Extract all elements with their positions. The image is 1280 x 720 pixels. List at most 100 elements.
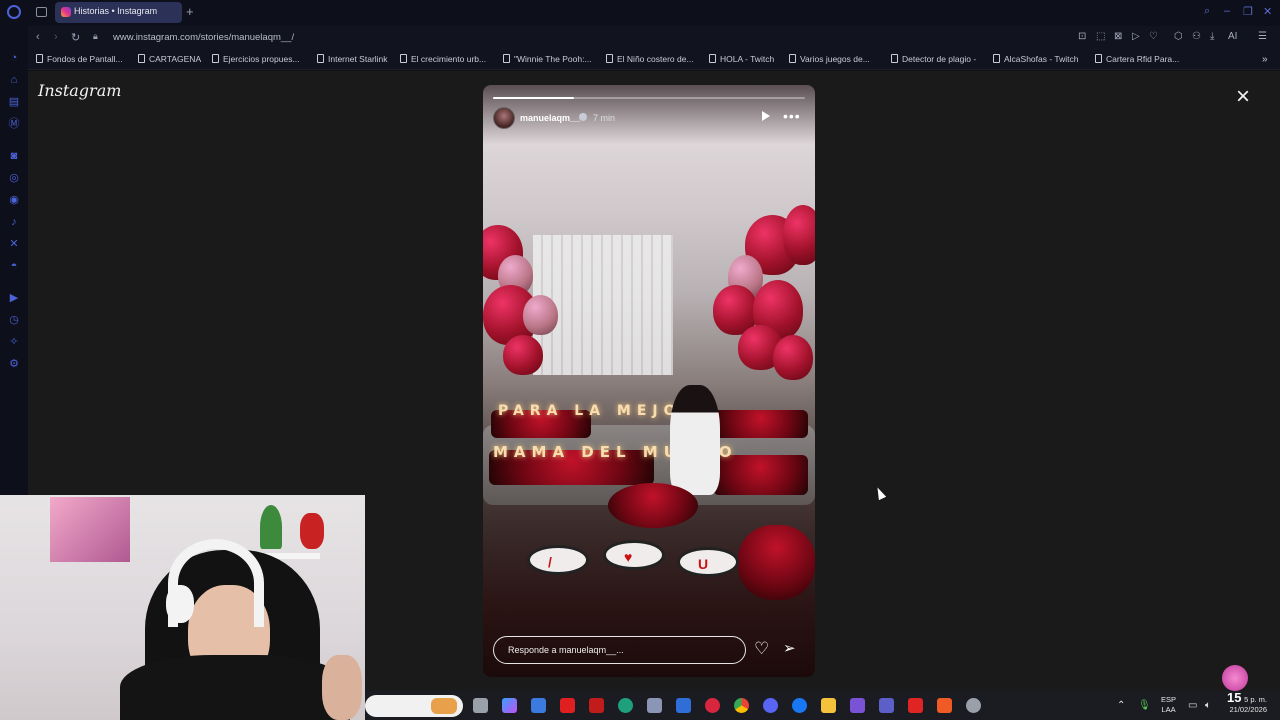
youtube-icon[interactable]: [560, 698, 575, 713]
search-icon[interactable]: ⌕: [1204, 5, 1210, 18]
teams-icon[interactable]: [879, 698, 894, 713]
twitch-icon[interactable]: ◙: [8, 150, 20, 162]
app-icon[interactable]: [966, 698, 981, 713]
tab-overview-icon[interactable]: [36, 7, 47, 17]
profile-icon[interactable]: ⚇: [1192, 31, 1201, 42]
more-options-icon[interactable]: •••: [783, 108, 801, 124]
chrome-icon[interactable]: [734, 698, 749, 713]
instagram-icon[interactable]: ◉: [8, 194, 20, 206]
app-icon[interactable]: [647, 698, 662, 713]
player-sidebar-icon[interactable]: ▶: [8, 292, 20, 304]
discord-taskbar-icon[interactable]: [763, 698, 778, 713]
file-explorer-icon[interactable]: [821, 698, 836, 713]
headphone-cup: [166, 585, 194, 623]
document-icon: [212, 54, 219, 63]
menu-icon[interactable]: ☰: [1258, 31, 1267, 42]
bookmark-item[interactable]: Ejercicios propues...: [212, 54, 300, 64]
bookmark-item[interactable]: HOLA - Twitch: [709, 54, 774, 64]
bookmarks-bar: Fondos de Pantall... CARTAGENA Ejercicio…: [28, 50, 1280, 70]
balloon: [773, 335, 813, 380]
mail-icon[interactable]: [676, 698, 691, 713]
facebook-icon[interactable]: [792, 698, 807, 713]
bookmark-item[interactable]: CARTAGENA: [138, 54, 201, 64]
bag-icon[interactable]: ⌂: [8, 74, 20, 86]
speed-dial-icon[interactable]: ◔: [8, 52, 20, 64]
adblock-icon[interactable]: ⊠: [1114, 31, 1122, 42]
back-icon[interactable]: ‹: [36, 31, 40, 43]
play-icon[interactable]: [762, 111, 770, 121]
browser-sidebar: ◔ ⌂ ▤ Ⓜ ◙ ◎ ◉ ♪ ✕ ◓ ▶ ◷ ✧ ⚙: [0, 26, 28, 496]
tab-instagram-stories[interactable]: Historias • Instagram: [55, 2, 182, 23]
minimize-icon[interactable]: –: [1224, 5, 1230, 17]
tray-chevron-icon[interactable]: ⌃: [1117, 700, 1125, 711]
story-username[interactable]: manuelaqm__: [520, 113, 580, 123]
new-tab-button[interactable]: +: [186, 4, 194, 19]
url-field[interactable]: www.instagram.com/stories/manuelaqm__/: [113, 32, 294, 43]
snapshot-icon[interactable]: ⬚: [1096, 31, 1105, 42]
taskbar-search[interactable]: [365, 695, 463, 717]
like-heart-icon[interactable]: ♡: [754, 640, 769, 657]
settings-icon[interactable]: ⚙: [8, 358, 20, 370]
app-icon[interactable]: [850, 698, 865, 713]
forward-icon[interactable]: ›: [54, 31, 58, 43]
send-icon[interactable]: ➢: [783, 641, 796, 656]
verified-badge-icon: [579, 113, 587, 121]
bookmark-item[interactable]: Fondos de Pantall...: [36, 54, 123, 64]
bookmark-item[interactable]: Cartera Rfid Para...: [1095, 54, 1179, 64]
player-icon[interactable]: ▷: [1132, 31, 1140, 42]
m-app-icon[interactable]: Ⓜ: [8, 118, 20, 130]
discord-icon[interactable]: ◓: [8, 260, 20, 272]
bookmark-item[interactable]: El Niño costero de...: [606, 54, 694, 64]
amd-icon[interactable]: [908, 698, 923, 713]
whatsapp-icon[interactable]: ◎: [8, 172, 20, 184]
story-viewer[interactable]: manuelaqm__ 7 min ••• PARA LA MEJOR MAMA…: [483, 85, 815, 677]
bookmarks-overflow-icon[interactable]: »: [1262, 54, 1268, 65]
instagram-logo[interactable]: Instagram: [38, 81, 121, 100]
news-icon[interactable]: ▤: [8, 96, 20, 108]
close-window-icon[interactable]: ✕: [1263, 5, 1272, 18]
download-icon[interactable]: ⤓: [1210, 31, 1214, 42]
close-story-icon[interactable]: ×: [1236, 85, 1250, 109]
document-icon: [1095, 54, 1102, 63]
bookmark-item[interactable]: AlcaShofas - Twitch: [993, 54, 1079, 64]
webcam-overlay: [0, 495, 365, 720]
avatar[interactable]: [493, 107, 515, 129]
volume-icon[interactable]: 🔈︎: [1205, 700, 1211, 711]
tiktok-icon[interactable]: ♪: [8, 216, 20, 228]
restore-icon[interactable]: ❐: [1243, 5, 1253, 18]
rose-table: /: [527, 545, 589, 575]
heart-icon[interactable]: ♡: [1149, 31, 1158, 42]
chat-icon[interactable]: ✧: [8, 336, 20, 348]
document-icon: [317, 54, 324, 63]
bookmark-item[interactable]: Internet Starlink: [317, 54, 388, 64]
story-timestamp: 7 min: [593, 113, 616, 123]
bookmark-item[interactable]: Detector de plagio -: [891, 54, 976, 64]
language-indicator[interactable]: ESP LAA: [1161, 695, 1176, 715]
notification-icon[interactable]: [1222, 665, 1248, 691]
microphone-icon[interactable]: 🎙︎: [1138, 700, 1151, 711]
history-icon[interactable]: ◷: [8, 314, 20, 326]
bookmark-item[interactable]: "Winnie The Pooh:...: [503, 54, 592, 64]
task-view-icon[interactable]: [473, 698, 488, 713]
reply-placeholder: Responde a manuelaqm__...: [508, 645, 624, 655]
reply-input[interactable]: Responde a manuelaqm__...: [493, 636, 746, 664]
opera-logo-icon[interactable]: [7, 5, 21, 19]
story-progress-fill: [493, 97, 575, 99]
store-icon[interactable]: [531, 698, 546, 713]
brave-icon[interactable]: [937, 698, 952, 713]
story-progress-bar: [493, 97, 805, 99]
display-icon[interactable]: ▭: [1188, 700, 1197, 711]
bookmark-item[interactable]: Varios juegos de...: [789, 54, 870, 64]
aria-ai-button[interactable]: AI: [1228, 31, 1237, 42]
copilot-icon[interactable]: [502, 698, 517, 713]
opera-taskbar-icon[interactable]: [705, 698, 720, 713]
edge-icon[interactable]: [618, 698, 633, 713]
reload-icon[interactable]: ↻: [71, 31, 80, 44]
extensions-icon[interactable]: ⬡: [1174, 31, 1183, 42]
lock-icon[interactable]: 🔒︎: [93, 31, 98, 42]
bookmark-page-icon[interactable]: ⊡: [1078, 31, 1086, 42]
bookmark-item[interactable]: El crecimiento urb...: [400, 54, 486, 64]
netflix-icon[interactable]: [589, 698, 604, 713]
rose-arrangement: [738, 525, 815, 600]
x-icon[interactable]: ✕: [8, 238, 20, 250]
